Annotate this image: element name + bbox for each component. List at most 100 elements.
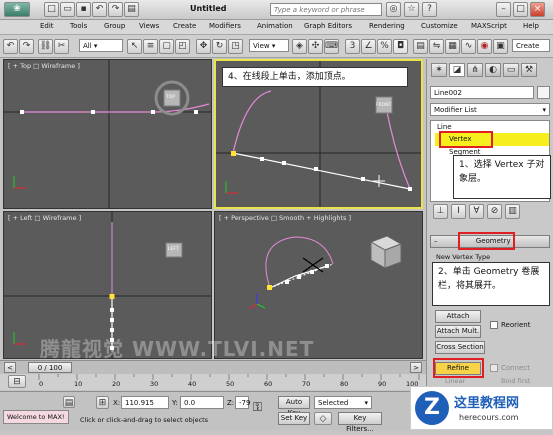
redo-toolbar-icon[interactable]: ↷ (19, 39, 34, 54)
reorient-checkbox[interactable] (490, 321, 498, 329)
attach-mult-button[interactable]: Attach Mult. (435, 325, 481, 338)
lock-selection-icon[interactable]: ▤ (63, 396, 75, 408)
set-key-filter-icon[interactable]: ◇ (314, 412, 332, 425)
motion-tab-icon[interactable]: ◐ (485, 63, 501, 77)
region-select-icon[interactable]: ▢ (159, 39, 174, 54)
menu-help[interactable]: Help (523, 22, 539, 30)
utilities-tab-icon[interactable]: ⚒ (521, 63, 537, 77)
absolute-mode-icon[interactable]: ⊞ (96, 396, 109, 409)
time-slider-thumb[interactable]: 0 / 100 (28, 362, 72, 373)
stack-item-vertex[interactable]: Vertex (449, 135, 472, 143)
select-manipulate-icon[interactable]: ✣ (308, 39, 323, 54)
viewcube-front-label[interactable]: FRONT (376, 103, 391, 108)
x-coord-field[interactable]: 110.915 (121, 396, 169, 409)
make-unique-icon[interactable]: ∀ (469, 204, 484, 219)
selection-filter-dropdown[interactable]: All ▾ (79, 39, 123, 52)
site-logo-icon: Z (415, 391, 449, 425)
show-end-result-icon[interactable]: Ⅰ (451, 204, 466, 219)
help-icon[interactable]: ? (422, 2, 437, 17)
y-coord-field[interactable]: 0.0 (180, 396, 224, 409)
material-editor-icon[interactable]: ◉ (477, 39, 492, 54)
snap-3-icon[interactable]: 3 (345, 39, 360, 54)
select-object-icon[interactable]: ↖ (127, 39, 142, 54)
key-filters-button[interactable]: Key Filters... (338, 412, 382, 433)
search-input[interactable]: Type a keyword or phrase (270, 3, 382, 16)
remove-modifier-icon[interactable]: ⊘ (487, 204, 502, 219)
app-logo-icon[interactable]: ❀ (4, 2, 30, 17)
mini-curve-editor-icon[interactable]: ⊟ (8, 375, 26, 388)
time-slider[interactable]: < 0 / 100 > (0, 360, 426, 374)
maximize-icon[interactable]: □ (513, 2, 528, 17)
menu-edit[interactable]: Edit (40, 22, 54, 30)
menu-tools[interactable]: Tools (70, 22, 87, 30)
menu-customize[interactable]: Customize (421, 22, 458, 30)
viewport-top[interactable]: [ + Top □ Wireframe ] TOP (3, 59, 212, 209)
keyboard-shortcut-icon[interactable]: ⌨ (324, 39, 339, 54)
named-selection-sets-field[interactable]: Create (512, 39, 550, 52)
open-file-icon[interactable]: ▭ (60, 2, 75, 17)
new-file-icon[interactable]: □ (44, 2, 59, 17)
viewport-front[interactable]: FRONT 4、在线段上单击，添加顶点。 (214, 59, 423, 209)
z-coord-field[interactable]: -79 (235, 396, 250, 409)
viewcube-left-label[interactable]: LEFT (168, 247, 179, 252)
y-label: Y: (172, 399, 178, 407)
site-logo-brand: 这里教程网 (454, 396, 520, 411)
key-icon[interactable]: ⚿ (253, 400, 262, 415)
track-bar[interactable]: ⊟ 0 10 20 30 40 50 60 70 80 90 100 (0, 374, 426, 390)
configure-sets-icon[interactable]: ▥ (505, 204, 520, 219)
select-by-name-icon[interactable]: ≡ (143, 39, 158, 54)
ref-coord-dropdown[interactable]: View ▾ (249, 39, 289, 52)
pivot-center-icon[interactable]: ◈ (292, 39, 307, 54)
spinner-snap-icon[interactable]: ◘ (393, 39, 408, 54)
named-selection-icon[interactable]: ▤ (413, 39, 428, 54)
star-icon[interactable]: ☆ (404, 2, 419, 17)
hierarchy-tab-icon[interactable]: ⋔ (467, 63, 483, 77)
create-tab-icon[interactable]: ✶ (431, 63, 447, 77)
redo-icon[interactable]: ↷ (108, 2, 123, 17)
select-link-icon[interactable]: ⛓ (38, 39, 53, 54)
time-prev-icon[interactable]: < (4, 362, 16, 373)
display-tab-icon[interactable]: ▭ (503, 63, 519, 77)
minimize-icon[interactable]: – (496, 2, 511, 17)
angle-snap-icon[interactable]: ∠ (361, 39, 376, 54)
window-crossing-icon[interactable]: ◰ (175, 39, 190, 54)
close-icon[interactable]: × (530, 2, 545, 17)
menu-rendering[interactable]: Rendering (369, 22, 405, 30)
object-name-field[interactable]: Line002 (430, 86, 534, 99)
key-mode-dropdown[interactable]: Selected ▾ (314, 396, 372, 409)
curve-editor-icon[interactable]: ∿ (461, 39, 476, 54)
object-color-swatch[interactable] (537, 86, 550, 99)
scale-icon[interactable]: ◳ (228, 39, 243, 54)
auto-key-button[interactable]: Auto Key (278, 396, 310, 417)
menu-group[interactable]: Group (104, 22, 125, 30)
modify-tab-icon[interactable]: ◪ (449, 63, 465, 77)
viewcube-top-label[interactable]: TOP (166, 95, 175, 100)
stack-item-line[interactable]: Line (437, 123, 452, 131)
percent-snap-icon[interactable]: % (377, 39, 392, 54)
binoculars-icon[interactable]: ◎ (386, 2, 401, 17)
attach-button[interactable]: Attach (435, 310, 481, 323)
align-icon[interactable]: ▦ (445, 39, 460, 54)
menu-maxscript[interactable]: MAXScript (471, 22, 507, 30)
unlink-icon[interactable]: ✂ (54, 39, 69, 54)
time-next-icon[interactable]: > (410, 362, 422, 373)
connect-checkbox[interactable] (490, 364, 498, 372)
render-setup-icon[interactable]: ▣ (493, 39, 508, 54)
set-key-button[interactable]: Set Key (278, 412, 310, 425)
rotate-icon[interactable]: ↻ (212, 39, 227, 54)
menu-modifiers[interactable]: Modifiers (209, 22, 241, 30)
move-icon[interactable]: ✥ (196, 39, 211, 54)
modifier-list-dropdown[interactable]: Modifier List ▾ (430, 103, 550, 116)
menu-create[interactable]: Create (173, 22, 196, 30)
menu-animation[interactable]: Animation (257, 22, 293, 30)
project-folder-icon[interactable]: ▤ (124, 2, 139, 17)
menu-graph-editors[interactable]: Graph Editors (304, 22, 352, 30)
menu-views[interactable]: Views (139, 22, 159, 30)
pin-stack-icon[interactable]: ⊥ (433, 204, 448, 219)
undo-toolbar-icon[interactable]: ↶ (3, 39, 18, 54)
maxscript-listener[interactable]: Welcome to MAX! (3, 410, 69, 424)
save-file-icon[interactable]: ▪ (76, 2, 91, 17)
undo-icon[interactable]: ↶ (92, 2, 107, 17)
mirror-icon[interactable]: ⇋ (429, 39, 444, 54)
cross-section-button[interactable]: Cross Section (435, 341, 485, 354)
